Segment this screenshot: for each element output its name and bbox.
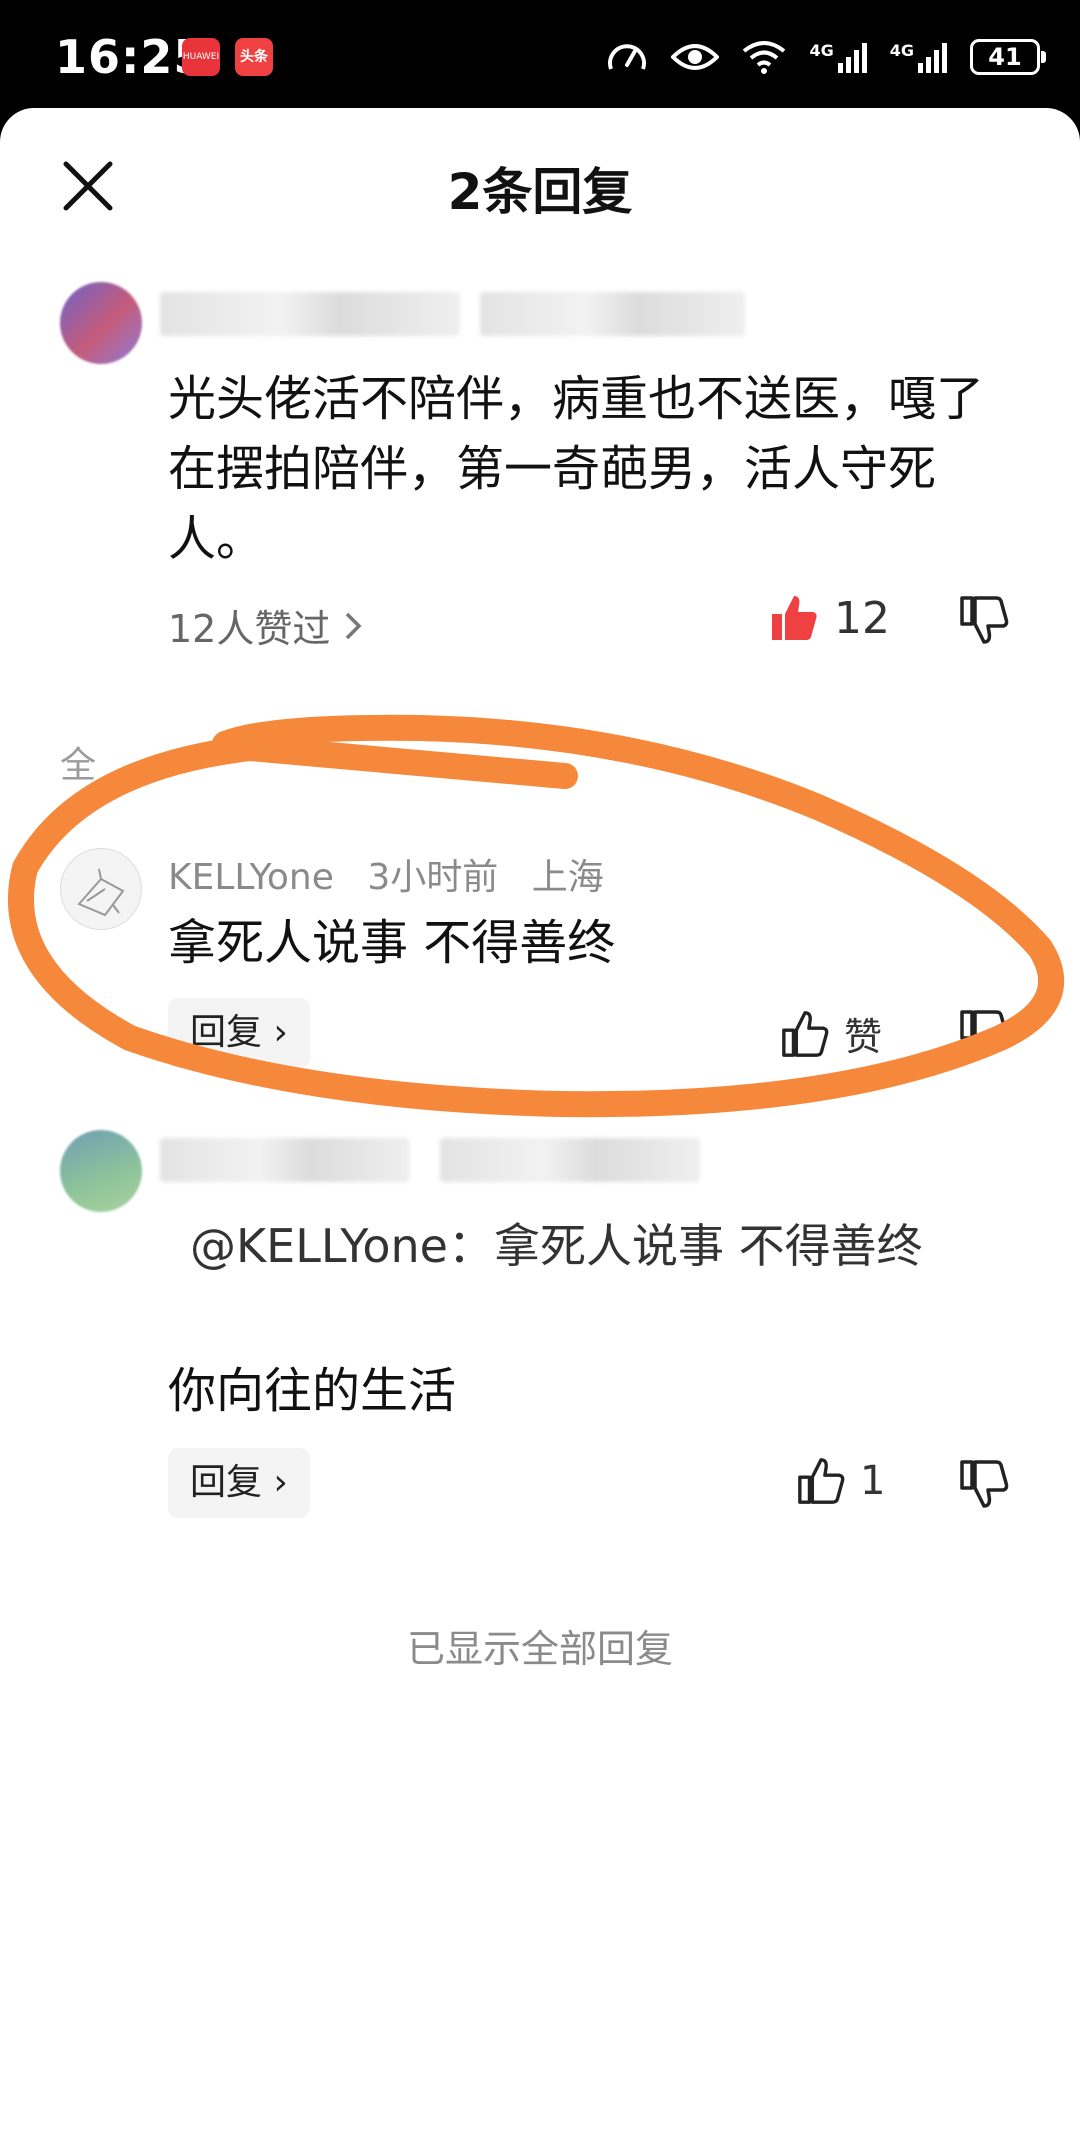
chevron-right-icon: › — [273, 1012, 288, 1053]
eye-icon — [671, 44, 720, 70]
likes-summary-label: 12人赞过 — [168, 607, 331, 651]
all-replies-shown-note: 已显示全部回复 — [406, 1627, 673, 1671]
wifi-icon — [743, 41, 786, 74]
dislike-icon[interactable] — [958, 1008, 1010, 1060]
chevron-right-icon: › — [273, 1462, 288, 1503]
network-label: 4G — [809, 41, 834, 60]
dislike-icon[interactable] — [958, 1458, 1010, 1510]
replies-sheet: 2条回复 光头佬活不陪伴，病重也不送医，嘎了在摆拍陪伴，第一奇葩男，活人守死人。… — [0, 108, 1080, 2150]
username-blurred[interactable] — [160, 292, 460, 336]
reply-button-label: 回复 — [190, 1462, 263, 1503]
network-label: 4G — [889, 41, 914, 60]
meta-blurred — [480, 292, 745, 336]
reply-button-label: 回复 — [190, 1012, 263, 1053]
main-like-button[interactable]: 12 — [768, 592, 890, 644]
avatar[interactable] — [60, 282, 142, 364]
reply-button[interactable]: 回复 › — [168, 998, 310, 1068]
thumbs-up-icon — [798, 1458, 845, 1504]
meta-blurred — [440, 1138, 700, 1182]
avatar[interactable] — [60, 1130, 142, 1212]
username-blurred[interactable] — [160, 1138, 410, 1182]
page-title: 2条回复 — [447, 163, 633, 221]
sketch-avatar-icon — [77, 868, 125, 917]
huawei-app-icon: HUAWEI — [182, 38, 220, 76]
like-count: 1 — [860, 1458, 886, 1504]
reply-button[interactable]: 回复 › — [168, 1448, 310, 1518]
speed-icon — [608, 44, 647, 70]
reply-text: 你向往的生活 — [168, 1363, 457, 1419]
status-icons: 4G 4G 41 — [605, 32, 1046, 82]
like-button[interactable]: 赞 — [780, 1006, 882, 1061]
dislike-icon[interactable] — [958, 594, 1010, 646]
avatar[interactable] — [60, 848, 142, 930]
toutiao-app-icon: 头条 — [235, 38, 273, 76]
thumbs-up-icon — [782, 1010, 829, 1057]
reply-username[interactable]: KELLYone — [168, 857, 334, 898]
reply-time: 3小时前 — [367, 857, 499, 898]
section-label: 全 — [60, 745, 97, 786]
reply-quote: @KELLYone：拿死人说事 不得善终 — [190, 1219, 923, 1273]
cell-signal-1: 4G — [809, 41, 867, 73]
status-bar: 16:25 HUAWEI 头条 4G 4G 41 — [0, 0, 1080, 110]
like-button[interactable]: 1 — [796, 1456, 885, 1506]
signal-bars-icon — [837, 43, 867, 73]
likes-summary-link[interactable]: 12人赞过 — [168, 598, 362, 653]
cell-signal-2: 4G — [890, 41, 948, 73]
battery-icon: 41 — [970, 39, 1046, 75]
chevron-right-icon — [346, 612, 362, 639]
main-comment-text: 光头佬活不陪伴，病重也不送医，嘎了在摆拍陪伴，第一奇葩男，活人守死人。 — [168, 371, 985, 567]
reply-location: 上海 — [531, 857, 604, 898]
signal-bars-icon — [918, 43, 947, 73]
thumbs-up-filled-icon — [772, 596, 817, 640]
reply-meta: KELLYone 3小时前 上海 — [168, 848, 626, 900]
reply-text: 拿死人说事 不得善终 — [168, 915, 616, 971]
main-like-count: 12 — [834, 592, 890, 644]
like-label: 赞 — [844, 1015, 883, 1059]
